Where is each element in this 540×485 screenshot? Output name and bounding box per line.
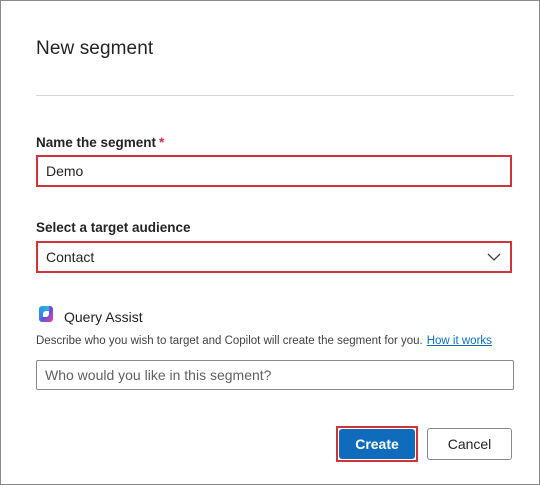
new-segment-dialog: New segment Name the segment * Demo Selec… (0, 0, 540, 485)
query-assist-input[interactable]: Who would you like in this segment? (36, 360, 514, 390)
required-asterisk: * (159, 135, 165, 150)
target-audience-value: Contact (46, 249, 95, 265)
query-assist-description-text: Describe who you wish to target and Copi… (36, 335, 423, 347)
target-audience-select[interactable]: Contact (36, 241, 512, 273)
how-it-works-link[interactable]: How it works (427, 335, 492, 347)
segment-name-label: Name the segment * (36, 135, 164, 150)
query-assist-label: Query Assist (64, 308, 143, 325)
segment-name-value: Demo (46, 163, 84, 179)
query-assist-header: Query Assist (36, 304, 143, 329)
query-assist-placeholder: Who would you like in this segment? (45, 367, 272, 383)
title-divider (36, 95, 514, 96)
cancel-button[interactable]: Cancel (427, 428, 512, 460)
copilot-icon (36, 304, 56, 329)
chevron-down-icon (486, 249, 502, 265)
segment-name-label-text: Name the segment (36, 135, 157, 150)
query-assist-description: Describe who you wish to target and Copi… (36, 335, 492, 347)
create-button[interactable]: Create (339, 429, 415, 459)
segment-name-input[interactable]: Demo (36, 155, 512, 187)
dialog-title: New segment (36, 38, 154, 59)
target-audience-label: Select a target audience (36, 220, 191, 235)
